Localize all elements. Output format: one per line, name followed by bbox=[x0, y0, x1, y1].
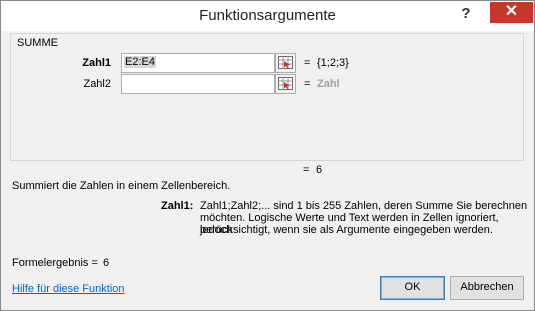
arg-result-zahl1: {1;2;3} bbox=[317, 57, 349, 69]
arguments-group: SUMME Zahl1 E2:E4 = {1;2;3} Zahl2 = Zahl bbox=[10, 33, 524, 161]
title-bar: Funktionsargumente ? ✕ bbox=[1, 1, 534, 31]
formula-result-value: 6 bbox=[103, 257, 110, 269]
arg-input-zahl1[interactable]: E2:E4 bbox=[121, 53, 275, 73]
arg-equals-zahl2: = bbox=[304, 78, 311, 90]
arg-help-line3: berücksichtigt, wenn sie als Argumente e… bbox=[200, 224, 493, 236]
arg-equals-zahl1: = bbox=[304, 57, 311, 69]
arg-input-zahl1-value: E2:E4 bbox=[124, 56, 156, 68]
help-link[interactable]: Hilfe für diese Funktion bbox=[12, 283, 125, 295]
function-name: SUMME bbox=[17, 37, 58, 49]
arg-label-zahl2: Zahl2 bbox=[83, 78, 111, 90]
close-icon[interactable]: ✕ bbox=[490, 2, 533, 23]
arg-help-line1: Zahl1;Zahl2;... sind 1 bis 255 Zahlen, d… bbox=[200, 200, 528, 212]
function-arguments-dialog: Funktionsargumente ? ✕ SUMME Zahl1 E2:E4… bbox=[0, 0, 535, 311]
arg-help-label: Zahl1: bbox=[161, 200, 194, 212]
formula-result-label: Formelergebnis = bbox=[12, 257, 98, 269]
cancel-button[interactable]: Abbrechen bbox=[450, 276, 524, 300]
range-select-icon[interactable] bbox=[275, 74, 296, 94]
ok-button[interactable]: OK bbox=[380, 276, 445, 300]
total-result: 6 bbox=[316, 164, 323, 176]
range-select-icon[interactable] bbox=[275, 53, 296, 73]
arg-input-zahl2[interactable] bbox=[121, 74, 275, 94]
function-description: Summiert die Zahlen in einem Zellenberei… bbox=[12, 180, 231, 192]
total-equals: = bbox=[303, 164, 310, 176]
help-icon[interactable]: ? bbox=[453, 3, 479, 27]
arg-label-zahl1: Zahl1 bbox=[82, 57, 111, 69]
arg-result-zahl2: Zahl bbox=[317, 78, 340, 90]
